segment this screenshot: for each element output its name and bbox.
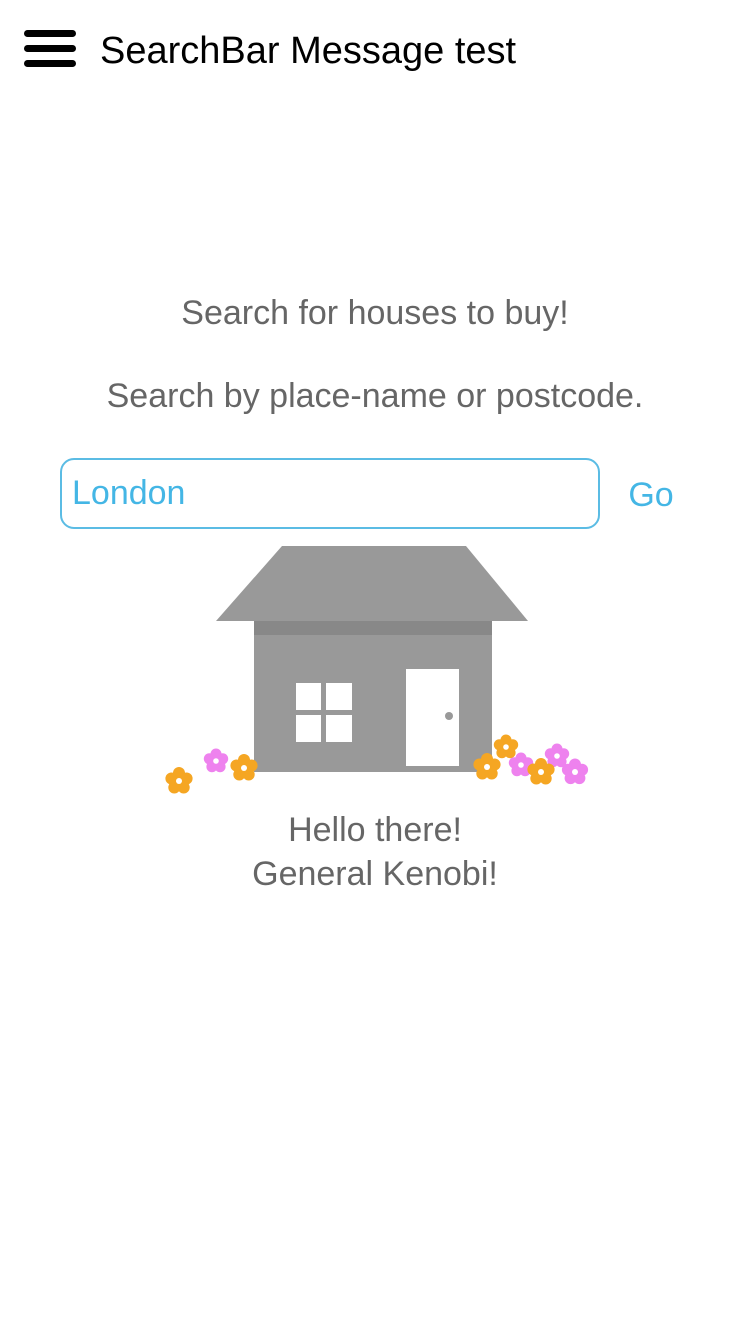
house-illustration [165, 546, 589, 794]
search-prompt-hint: Search by place-name or postcode. [106, 377, 644, 415]
house-roof [216, 546, 528, 621]
hamburger-menu-icon[interactable] [22, 30, 78, 72]
search-prompt-heading: Search for houses to buy! [181, 294, 569, 332]
roof-eave-shadow [254, 621, 492, 635]
greeting-line-1: Hello there! [288, 811, 462, 849]
flowers-left [165, 748, 258, 794]
menu-bar-middle [24, 45, 76, 52]
app-screen: SearchBar Message test Search for houses… [0, 0, 750, 1334]
menu-bar-top [24, 30, 76, 37]
menu-bar-bottom [24, 60, 76, 67]
go-button[interactable]: Go [620, 470, 682, 520]
search-input[interactable] [60, 458, 600, 529]
greeting-line-2: General Kenobi! [252, 855, 498, 893]
page-title: SearchBar Message test [100, 30, 517, 72]
door-knob [445, 712, 453, 720]
app-header: SearchBar Message test [0, 0, 750, 100]
